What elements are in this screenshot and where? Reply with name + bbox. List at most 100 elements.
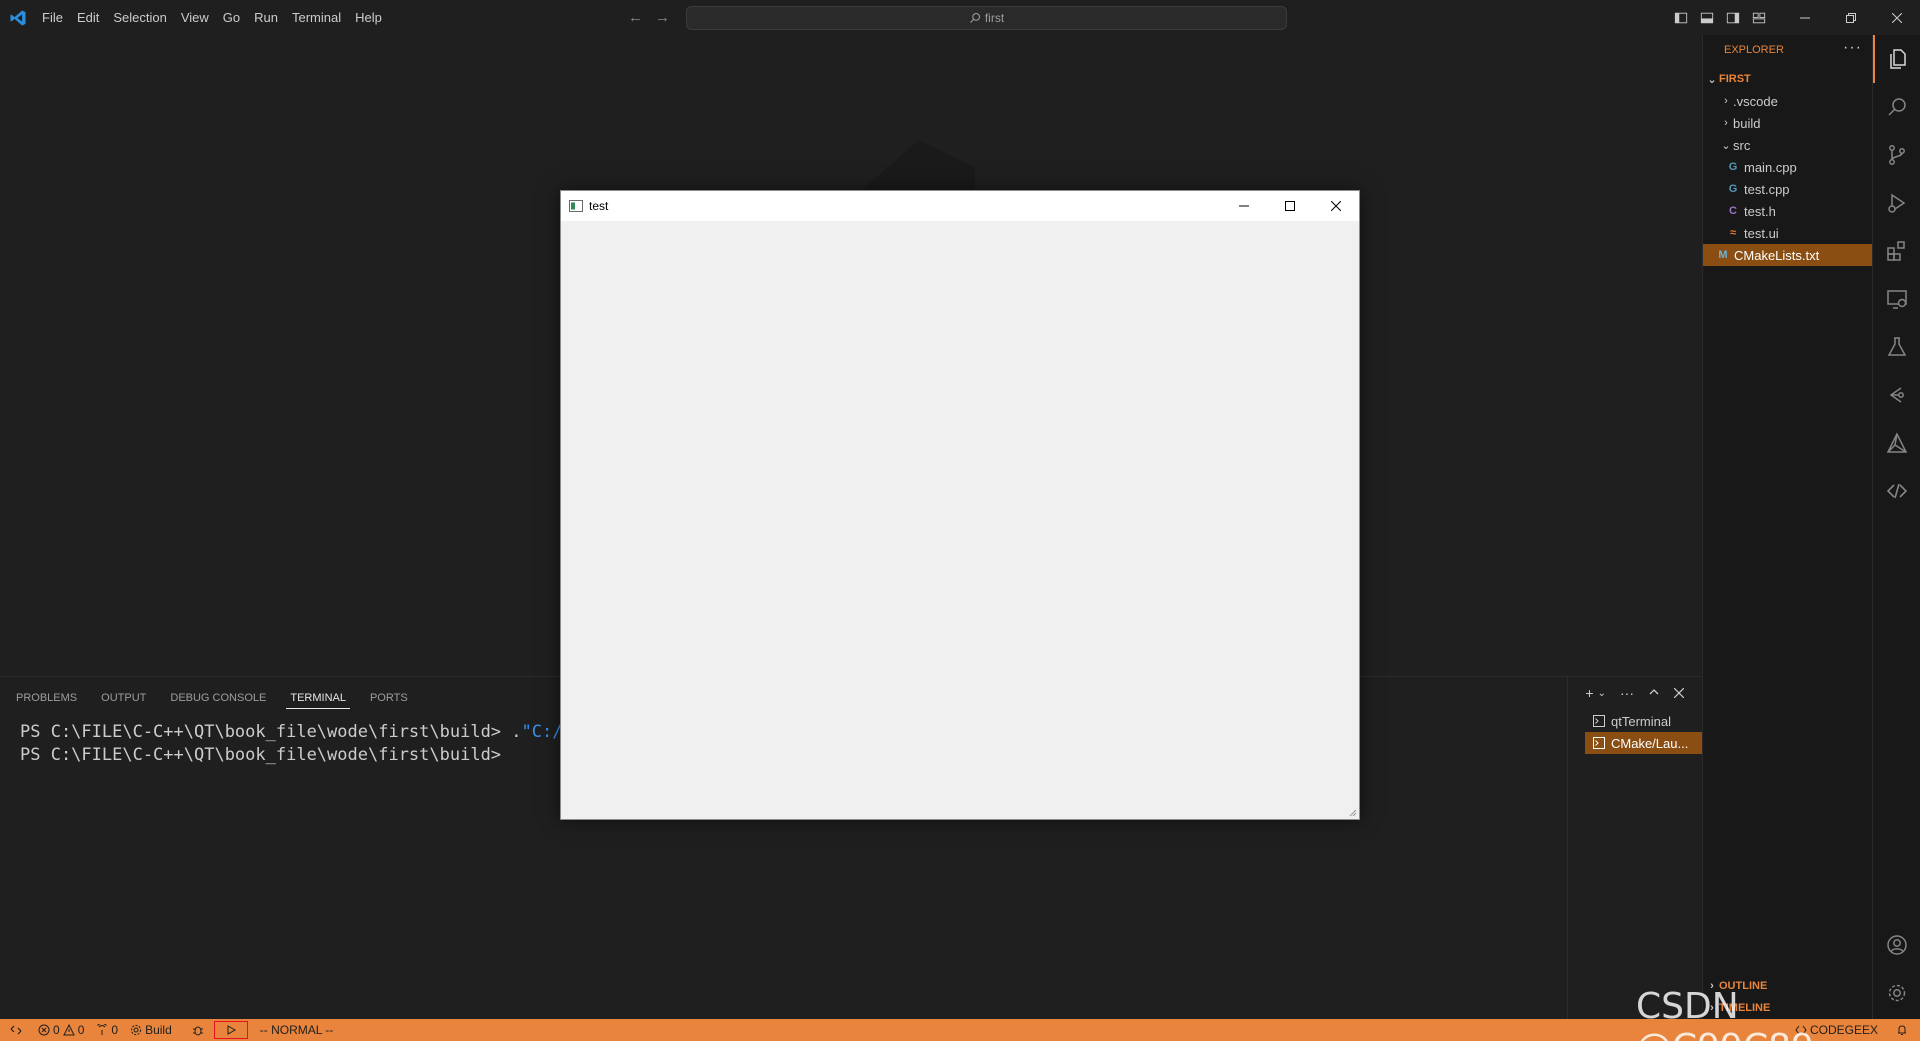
remote-indicator-icon[interactable]	[0, 1019, 32, 1041]
tree-item-label: main.cpp	[1744, 159, 1797, 175]
close-icon[interactable]	[1874, 0, 1920, 35]
build-label: Build	[145, 1023, 172, 1037]
terminal-line: PS C:\FILE\C-C++\QT\book_file\wode\first…	[20, 744, 573, 767]
gear-icon	[130, 1024, 142, 1036]
vscode-logo-icon	[0, 0, 35, 35]
search-icon[interactable]	[1873, 83, 1920, 131]
qt-app-icon	[569, 200, 583, 212]
tab-problems[interactable]: PROBLEMS	[12, 687, 81, 709]
tree-item-label: .vscode	[1733, 93, 1778, 109]
chevron-down-icon: ⌄	[1707, 73, 1717, 86]
terminal-output[interactable]: PS C:\FILE\C-C++\QT\book_file\wode\first…	[20, 721, 573, 767]
qt-window-controls	[1221, 191, 1359, 221]
menu-bar: File Edit Selection View Go Run Terminal…	[35, 0, 389, 35]
tree-item-label: CMakeLists.txt	[1734, 247, 1820, 263]
minimize-icon[interactable]	[1782, 0, 1828, 35]
codegeex-icon[interactable]	[1873, 467, 1920, 515]
git-graph-icon[interactable]	[1873, 371, 1920, 419]
tab-debug-console[interactable]: DEBUG CONSOLE	[166, 687, 270, 709]
toggle-primary-sidebar-icon[interactable]	[1668, 0, 1694, 35]
terminal-item-label: CMake/Lau...	[1611, 735, 1689, 751]
cmake-icon[interactable]	[1873, 419, 1920, 467]
remote-explorer-icon[interactable]	[1873, 275, 1920, 323]
build-button[interactable]: Build	[124, 1019, 178, 1041]
menu-selection[interactable]: Selection	[106, 0, 173, 35]
close-icon[interactable]	[1313, 191, 1359, 221]
menu-view[interactable]: View	[174, 0, 216, 35]
tree-folder-vscode[interactable]: › .vscode	[1703, 90, 1872, 112]
panel-tabs: PROBLEMS OUTPUT DEBUG CONSOLE TERMINAL P…	[12, 687, 428, 709]
history-navigation: ← →	[628, 0, 670, 35]
antenna-icon	[97, 1024, 108, 1035]
debug-bug-icon[interactable]	[178, 1019, 208, 1041]
terminal-prompt: PS C:\FILE\C-C++\QT\book_file\wode\first…	[20, 745, 512, 765]
menu-edit[interactable]: Edit	[70, 0, 106, 35]
tree-item-label: test.cpp	[1744, 181, 1790, 197]
tree-item-label: build	[1733, 115, 1761, 131]
command-center-text: first	[984, 11, 1005, 25]
activity-bar	[1872, 35, 1920, 1019]
cpp-file-icon: G	[1728, 183, 1738, 195]
tree-item-label: test.ui	[1744, 225, 1779, 241]
terminal-list: qtTerminal CMake/Lau...	[1567, 677, 1702, 1020]
forward-arrow-icon[interactable]: →	[655, 9, 670, 26]
tab-terminal[interactable]: TERMINAL	[286, 687, 350, 709]
accounts-icon[interactable]	[1873, 921, 1920, 969]
explorer-title: EXPLORER	[1724, 44, 1784, 56]
restore-icon[interactable]	[1828, 0, 1874, 35]
minimize-icon[interactable]	[1221, 191, 1267, 221]
tree-file-main-cpp[interactable]: G main.cpp	[1703, 156, 1872, 178]
run-debug-icon[interactable]	[1873, 179, 1920, 227]
testing-flask-icon[interactable]	[1873, 323, 1920, 371]
tab-output[interactable]: OUTPUT	[97, 687, 150, 709]
csdn-watermark: CSDN @C99C89	[1636, 986, 1814, 1041]
extensions-icon[interactable]	[1873, 227, 1920, 275]
terminal-icon	[1593, 715, 1605, 727]
cpp-file-icon: G	[1728, 161, 1738, 173]
menu-go[interactable]: Go	[216, 0, 247, 35]
maximize-icon[interactable]	[1267, 191, 1313, 221]
customize-layout-icon[interactable]	[1746, 0, 1772, 35]
tree-item-label: test.h	[1744, 203, 1776, 219]
terminal-item-label: qtTerminal	[1611, 713, 1671, 729]
menu-file[interactable]: File	[35, 0, 70, 35]
terminal-item-qtterminal[interactable]: qtTerminal	[1585, 710, 1702, 732]
ports-status[interactable]: 0	[90, 1019, 124, 1041]
cmake-file-icon: M	[1718, 249, 1728, 261]
tree-folder-src[interactable]: ⌄ src	[1703, 134, 1872, 156]
menu-run[interactable]: Run	[247, 0, 285, 35]
terminal-item-cmake[interactable]: CMake/Lau...	[1585, 732, 1702, 754]
tree-file-test-h[interactable]: C test.h	[1703, 200, 1872, 222]
menu-help[interactable]: Help	[348, 0, 389, 35]
warning-count: 0	[77, 1023, 85, 1037]
explorer-icon[interactable]	[1873, 35, 1920, 83]
title-bar: File Edit Selection View Go Run Terminal…	[0, 0, 1920, 35]
qt-window-titlebar[interactable]: test	[561, 191, 1359, 221]
rss-file-icon: ≈	[1729, 227, 1737, 239]
menu-terminal[interactable]: Terminal	[285, 0, 348, 35]
command-center-search[interactable]: first	[686, 6, 1287, 30]
terminal-icon	[1593, 737, 1605, 749]
toggle-secondary-sidebar-icon[interactable]	[1720, 0, 1746, 35]
workspace-root-label: FIRST	[1719, 73, 1751, 85]
run-play-button[interactable]	[213, 1021, 248, 1039]
tree-file-test-cpp[interactable]: G test.cpp	[1703, 178, 1872, 200]
toggle-panel-icon[interactable]	[1694, 0, 1720, 35]
tab-ports[interactable]: PORTS	[366, 687, 412, 709]
source-control-icon[interactable]	[1873, 131, 1920, 179]
qt-window-title: test	[589, 199, 609, 213]
more-actions-icon[interactable]: ···	[1843, 39, 1862, 57]
resize-grip-icon[interactable]	[1347, 807, 1357, 817]
problems-status[interactable]: 0 0	[32, 1019, 90, 1041]
workspace-root[interactable]: ⌄ FIRST	[1703, 68, 1872, 90]
status-bar: 0 0 0 Build -- NORMAL -- CODEGEEX	[0, 1019, 1920, 1041]
tree-folder-build[interactable]: › build	[1703, 112, 1872, 134]
qt-test-window[interactable]: test	[560, 190, 1360, 820]
error-count: 0	[53, 1023, 60, 1037]
terminal-prompt: PS C:\FILE\C-C++\QT\book_file\wode\first…	[20, 722, 512, 742]
vim-mode-status: -- NORMAL --	[259, 1023, 334, 1037]
tree-file-cmakelists[interactable]: M CMakeLists.txt	[1703, 244, 1872, 266]
tree-file-test-ui[interactable]: ≈ test.ui	[1703, 222, 1872, 244]
terminal-line: PS C:\FILE\C-C++\QT\book_file\wode\first…	[20, 721, 573, 744]
back-arrow-icon[interactable]: ←	[628, 9, 643, 26]
